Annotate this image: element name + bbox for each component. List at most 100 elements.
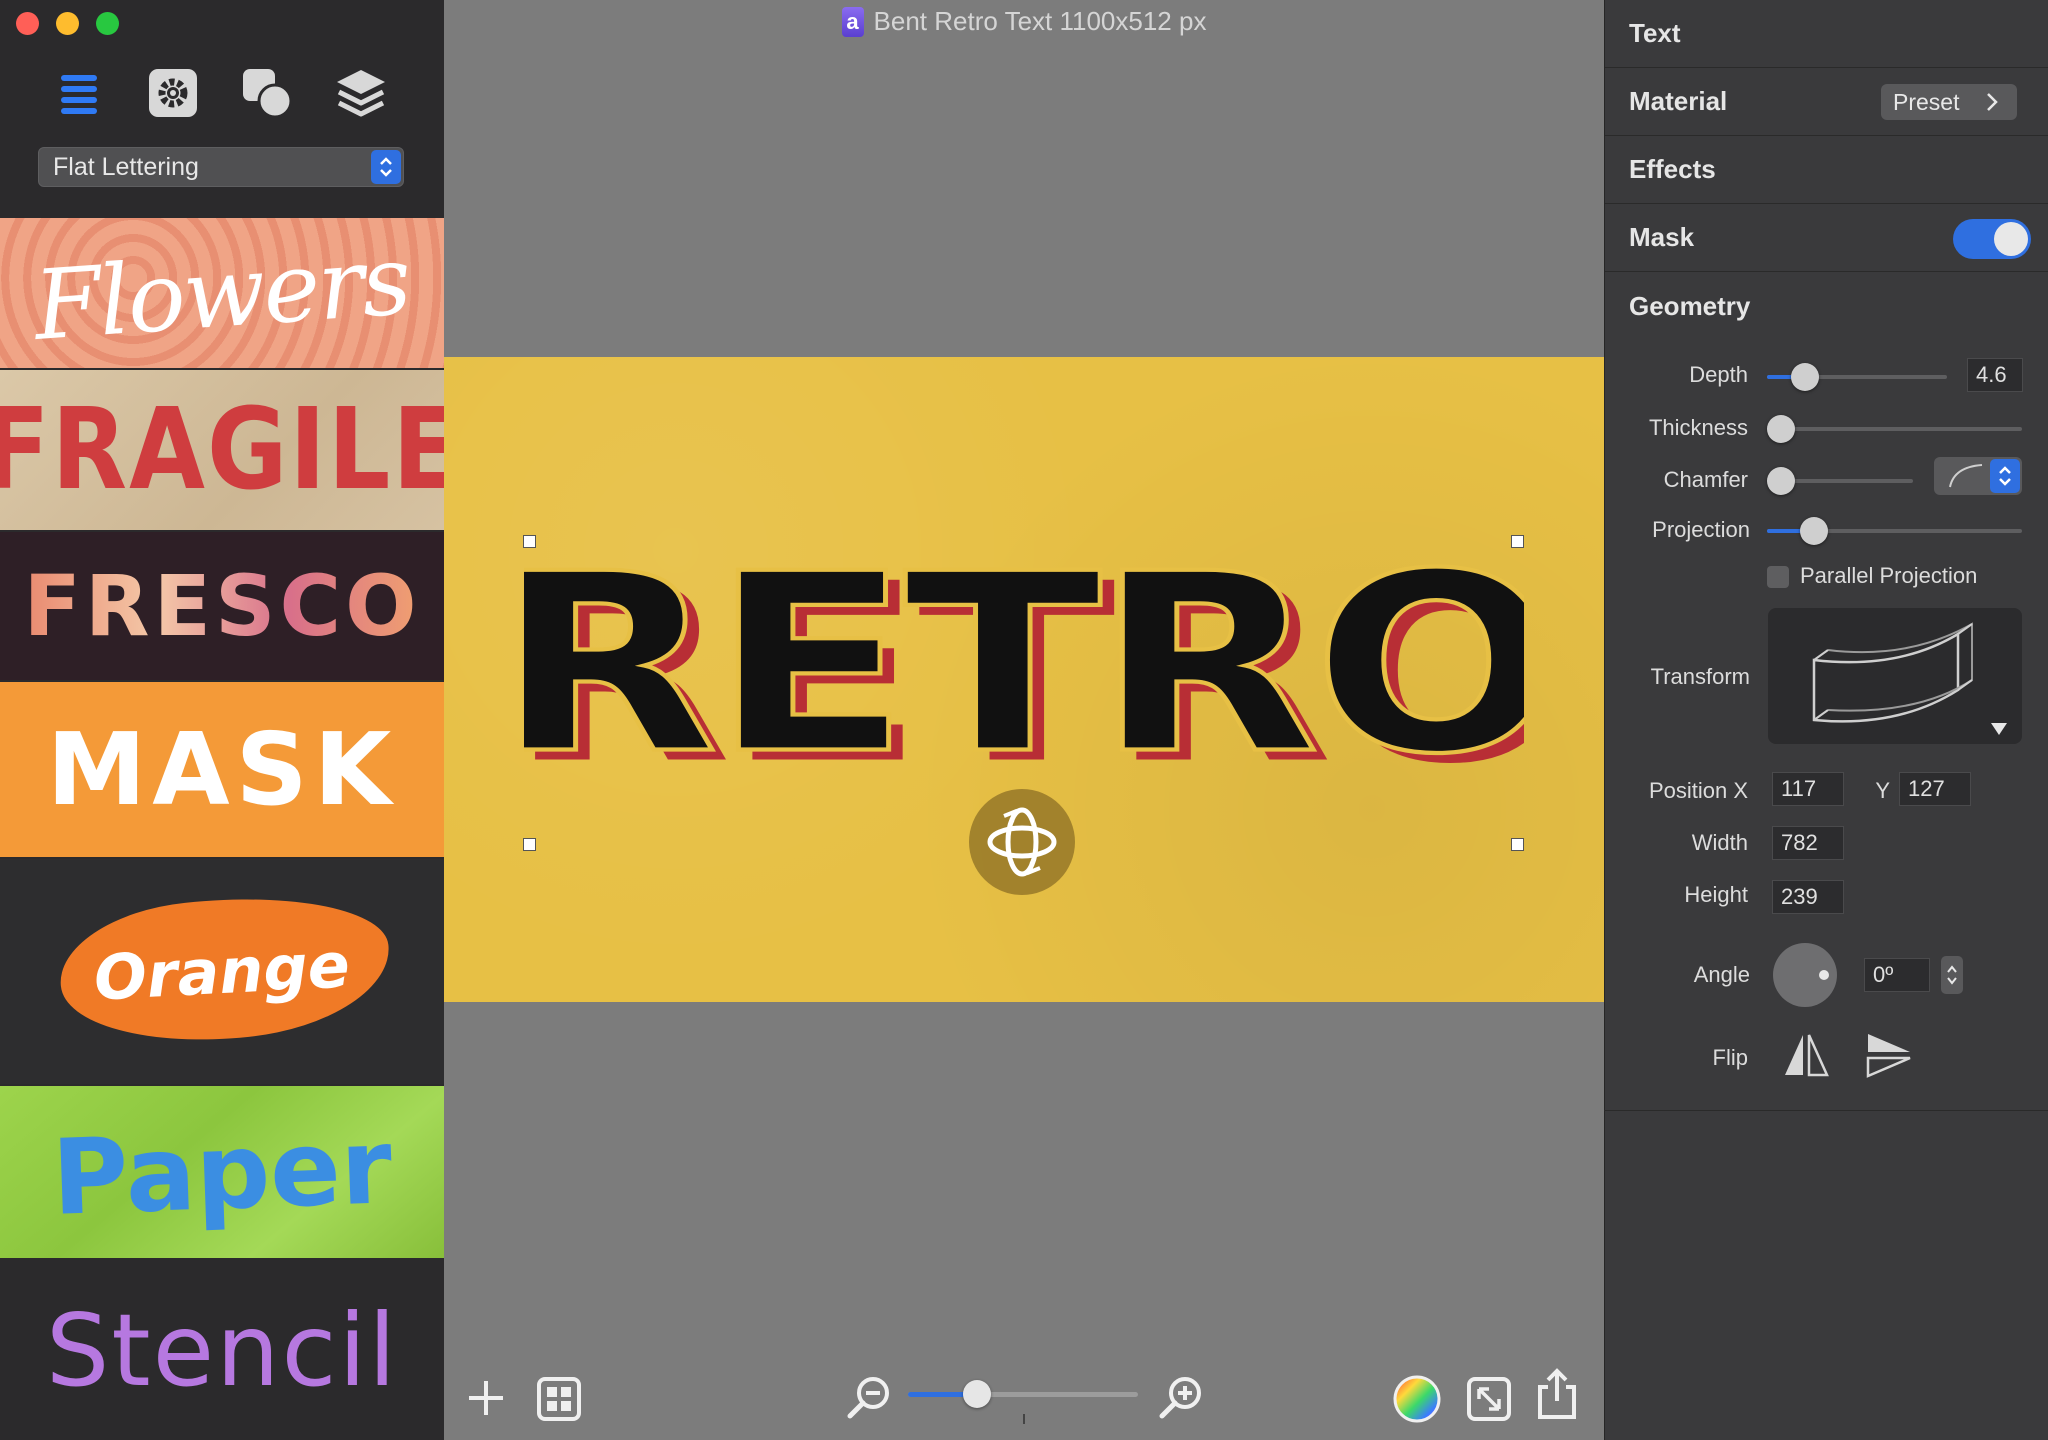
section-effects-label: Effects <box>1629 154 1716 184</box>
preset-label: Flowers <box>30 224 414 362</box>
add-button[interactable] <box>466 1378 506 1418</box>
mask-toggle[interactable] <box>1953 219 2031 259</box>
zoom-slider-knob[interactable] <box>963 1380 991 1408</box>
preset-label: Stencil <box>45 1291 399 1409</box>
preset-flowers[interactable]: Flowers <box>0 218 444 368</box>
width-value: 782 <box>1781 830 1818 855</box>
section-geometry-label: Geometry <box>1629 290 1751 321</box>
height-value: 239 <box>1781 884 1818 909</box>
preset-stencil[interactable]: Stencil <box>0 1260 444 1440</box>
depth-field[interactable]: 4.6 <box>1967 358 2023 392</box>
retro-text-face: RETRO <box>524 537 1524 808</box>
flip-horizontal-icon <box>1785 1034 1829 1077</box>
close-window-button[interactable] <box>16 12 39 35</box>
section-effects[interactable]: Effects <box>1605 136 2048 204</box>
section-mask[interactable]: Mask <box>1605 204 2048 272</box>
sidebar: Flat Lettering Flowers FRAGILE FRESCO MA… <box>0 0 444 1440</box>
share-button[interactable] <box>1534 1366 1580 1422</box>
chamfer-profile-select[interactable] <box>1934 457 2022 495</box>
curve-profile-icon <box>1949 464 1983 488</box>
preset-label: FRAGILE <box>0 384 444 516</box>
styles-list-tab[interactable] <box>52 66 106 120</box>
chamfer-slider-knob[interactable] <box>1767 467 1795 495</box>
preset-label: Orange <box>92 928 352 1015</box>
preset-mask[interactable]: MASK <box>0 682 444 857</box>
zoom-window-button[interactable] <box>96 12 119 35</box>
minimize-window-button[interactable] <box>56 12 79 35</box>
projection-label: Projection <box>1652 517 1750 542</box>
zoom-in-button[interactable] <box>1158 1374 1204 1420</box>
geometry-divider <box>1604 1110 2048 1111</box>
thickness-label: Thickness <box>1648 415 1748 440</box>
artboard[interactable]: RETRO RETRO <box>444 357 1604 1002</box>
rotate-3d-control[interactable] <box>969 789 1075 895</box>
width-label: Width <box>1691 830 1748 855</box>
selection-handle-top-left[interactable] <box>523 535 536 548</box>
bend-shape-icon <box>1812 622 1973 723</box>
resize-icon <box>1467 1377 1511 1421</box>
share-icon <box>1538 1368 1576 1419</box>
projection-slider-knob[interactable] <box>1800 517 1828 545</box>
parallel-projection-checkbox[interactable] <box>1767 566 1789 588</box>
preset-label: MASK <box>46 711 398 828</box>
list-icon <box>61 75 97 114</box>
section-text[interactable]: Text <box>1605 0 2048 68</box>
shapes-icon <box>243 69 293 119</box>
section-mask-label: Mask <box>1629 222 1695 252</box>
chevron-updown-icon <box>1947 965 1957 985</box>
angle-field[interactable]: 0º <box>1864 958 1930 992</box>
preset-paper[interactable]: Paper <box>0 1086 444 1258</box>
fit-to-window-button[interactable] <box>1466 1376 1512 1422</box>
gear-icon <box>149 69 197 117</box>
shapes-tab[interactable] <box>240 66 294 120</box>
section-text-label: Text <box>1629 18 1681 48</box>
position-y-field[interactable]: 127 <box>1899 772 1971 806</box>
chevron-updown-icon <box>1990 459 2020 493</box>
section-material[interactable]: Material Preset <box>1605 68 2048 136</box>
preset-label: FRESCO <box>23 557 421 655</box>
depth-label: Depth <box>1689 362 1748 387</box>
material-preset-button[interactable]: Preset <box>1881 84 2017 120</box>
settings-tab[interactable] <box>146 66 200 120</box>
section-geometry[interactable]: Geometry <box>1605 272 2048 340</box>
position-y-label: Y <box>1875 778 1890 803</box>
preset-orange[interactable]: Orange <box>0 859 444 1084</box>
preset-fragile[interactable]: FRAGILE <box>0 370 444 530</box>
document-icon: a <box>841 6 864 37</box>
thickness-slider[interactable] <box>1767 427 2022 431</box>
width-field[interactable]: 782 <box>1772 826 1844 860</box>
style-category-select[interactable]: Flat Lettering <box>38 147 404 187</box>
section-material-label: Material <box>1629 86 1728 116</box>
flip-vertical-icon <box>1866 1034 1911 1078</box>
preset-fresco[interactable]: FRESCO <box>0 532 444 680</box>
preset-label: Paper <box>50 1105 394 1239</box>
layers-tab[interactable] <box>334 66 388 120</box>
app-window: Flat Lettering Flowers FRAGILE FRESCO MA… <box>0 0 2048 1440</box>
flip-horizontal-button[interactable] <box>1781 1030 1831 1080</box>
flip-label: Flip <box>1712 1045 1748 1070</box>
thickness-slider-knob[interactable] <box>1767 415 1795 443</box>
selection-handle-top-right[interactable] <box>1511 535 1524 548</box>
color-wheel-icon <box>1393 1375 1441 1423</box>
angle-value: 0º <box>1873 962 1894 987</box>
angle-stepper[interactable] <box>1941 956 1963 994</box>
position-x-field[interactable]: 117 <box>1772 772 1844 806</box>
flip-vertical-button[interactable] <box>1864 1030 1914 1080</box>
depth-slider-knob[interactable] <box>1791 363 1819 391</box>
height-label: Height <box>1684 882 1748 907</box>
chamfer-label: Chamfer <box>1663 467 1748 492</box>
selection-handle-bottom-right[interactable] <box>1511 838 1524 851</box>
color-picker-button[interactable] <box>1392 1374 1442 1424</box>
transform-preset-picker[interactable] <box>1768 608 2022 744</box>
chevron-updown-icon <box>371 150 401 184</box>
document-title: Bent Retro Text 1100x512 px <box>873 6 1207 36</box>
zoom-slider-tick <box>1023 1414 1025 1424</box>
angle-dial[interactable] <box>1773 943 1837 1007</box>
layout-grid-button[interactable] <box>536 1376 582 1422</box>
orbit-icon <box>987 807 1057 877</box>
zoom-out-button[interactable] <box>846 1374 892 1420</box>
selection-handle-bottom-left[interactable] <box>523 838 536 851</box>
height-field[interactable]: 239 <box>1772 880 1844 914</box>
dropdown-triangle-icon <box>1991 723 2007 735</box>
parallel-projection-label: Parallel Projection <box>1800 563 1978 588</box>
